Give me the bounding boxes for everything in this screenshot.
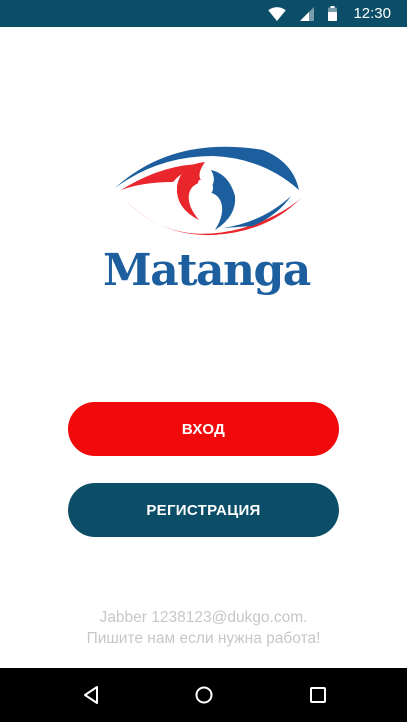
status-bar: 12:30: [0, 0, 407, 27]
screen: 12:30 Matanga ВХОД РЕГИСТРАЦИЯ Jabber 12…: [0, 0, 407, 722]
login-button[interactable]: ВХОД: [68, 402, 339, 456]
logo-wordmark: Matanga: [103, 245, 311, 296]
matanga-logo: Matanga: [103, 140, 311, 310]
nav-recent-apps-button[interactable]: [288, 668, 348, 722]
battery-icon: [328, 6, 338, 21]
wifi-icon: [268, 6, 287, 21]
cell-signal-icon: [300, 6, 315, 21]
back-icon: [84, 686, 98, 704]
navigation-bar: [0, 668, 407, 722]
contact-message: Пишите нам если нужна работа!: [86, 630, 321, 647]
contact-jabber: Jabber 1238123@dukgo.com.: [99, 609, 308, 626]
home-icon: [195, 686, 213, 704]
register-button[interactable]: РЕГИСТРАЦИЯ: [68, 483, 339, 537]
nav-home-button[interactable]: [174, 668, 234, 722]
recent-apps-icon: [310, 687, 326, 703]
status-time: 12:30: [353, 5, 391, 22]
eye-logo-icon: [115, 146, 301, 236]
status-icons: 12:30: [268, 0, 391, 27]
contact-info: Jabber 1238123@dukgo.com. Пишите нам есл…: [0, 607, 407, 649]
nav-back-button[interactable]: [61, 668, 121, 722]
